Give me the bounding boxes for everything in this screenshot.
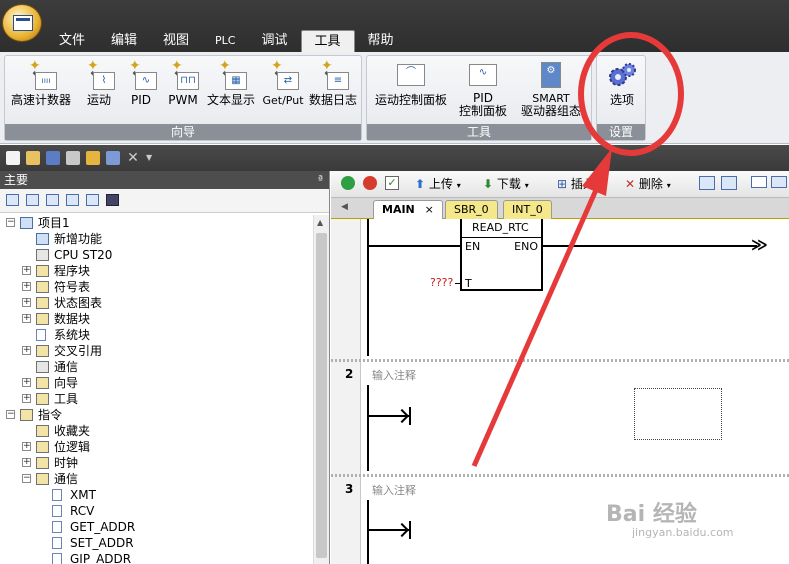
highlight-arrow [471,148,612,468]
step7-microwin-smart-window: 文件 编辑 视图 PLC 调试 工具 帮助 ıııı 高速计数器 ⌇ 运动 ∿ … [0,0,789,564]
baidu-watermark-logo: Bai 经验 [606,502,697,527]
baidu-watermark-url: jingyan.baidu.com [632,526,734,539]
